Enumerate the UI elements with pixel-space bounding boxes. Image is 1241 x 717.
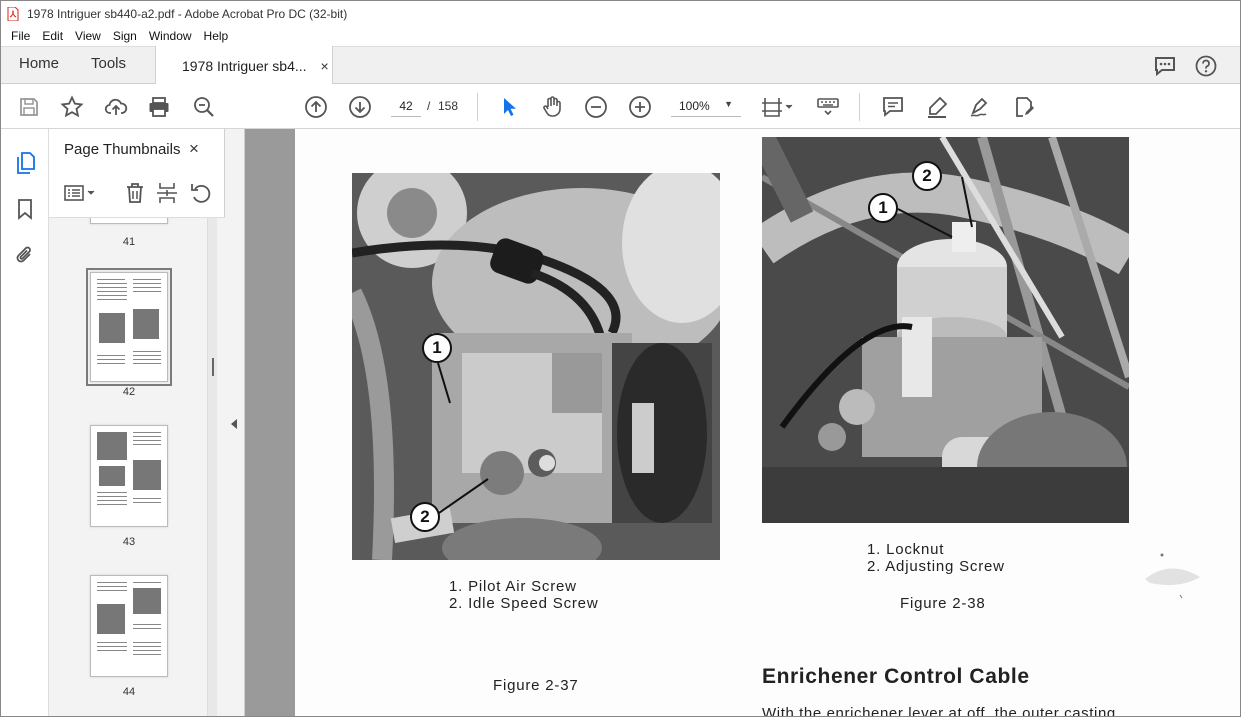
- zoom-out-icon[interactable]: [584, 95, 608, 119]
- zoom-level-value: 100%: [679, 99, 710, 113]
- chevron-down-icon: ▼: [724, 99, 733, 109]
- section-heading: Enrichener Control Cable: [762, 665, 1030, 688]
- figure-37-callout-2: 2: [410, 502, 440, 532]
- menu-edit[interactable]: Edit: [36, 26, 69, 46]
- pdf-file-icon: [7, 6, 19, 21]
- collapse-panel-arrow-icon[interactable]: [231, 419, 237, 429]
- tab-document-label: 1978 Intriguer sb4...: [182, 57, 307, 74]
- pdf-page: 1 2 2 1 1. Pilot Air Screw 2. Idle Speed…: [295, 129, 1240, 717]
- thumbnail-page-44[interactable]: [90, 575, 168, 677]
- bookmarks-icon[interactable]: [13, 197, 37, 221]
- save-icon[interactable]: [17, 95, 41, 119]
- page-smudge-mark: [1145, 553, 1200, 599]
- next-page-icon[interactable]: [348, 95, 372, 119]
- thumbnail-label: 42: [122, 386, 136, 398]
- figure-38-callout-2: 2: [912, 161, 942, 191]
- rotate-icon[interactable]: [189, 181, 213, 205]
- figure-38-callout-1: 1: [868, 193, 898, 223]
- select-cursor-icon[interactable]: [497, 95, 521, 119]
- zoom-search-icon[interactable]: [192, 95, 216, 119]
- thumbnail-label: 41: [122, 236, 136, 248]
- highlight-pen-icon[interactable]: [925, 95, 949, 119]
- previous-page-icon[interactable]: [304, 95, 328, 119]
- figure-38-caption-2: 2. Adjusting Screw: [867, 558, 1005, 575]
- scrollbar-thumb[interactable]: [212, 358, 214, 376]
- thumbnail-label: 43: [122, 536, 136, 548]
- menu-sign[interactable]: Sign: [107, 26, 143, 46]
- panel-title: Page Thumbnails: [64, 141, 181, 158]
- bookmark-star-icon[interactable]: [60, 95, 84, 119]
- sign-pen-icon[interactable]: [969, 95, 993, 119]
- thumbnail-scrollbar[interactable]: [207, 218, 217, 716]
- print-icon[interactable]: [147, 95, 171, 119]
- insert-page-icon[interactable]: [155, 181, 179, 205]
- figure-37-caption-2: 2. Idle Speed Screw: [449, 595, 599, 612]
- figure-37-title: Figure 2-37: [493, 677, 579, 694]
- tab-close-icon[interactable]: ×: [321, 58, 329, 74]
- thumbnail-page-41[interactable]: [90, 218, 168, 224]
- menu-view[interactable]: View: [69, 26, 107, 46]
- thumbnails-panel: Page Thumbnails × 41 42 43 44: [49, 129, 225, 716]
- thumbnail-label: 44: [122, 686, 136, 698]
- title-bar: 1978 Intriguer sb440-a2.pdf - Adobe Acro…: [1, 1, 1240, 26]
- figure-37-caption-1: 1. Pilot Air Screw: [449, 578, 577, 595]
- document-viewer[interactable]: 1 2 2 1 1. Pilot Air Screw 2. Idle Speed…: [245, 129, 1240, 717]
- tab-document[interactable]: 1978 Intriguer sb4... ×: [155, 46, 333, 85]
- upload-cloud-icon[interactable]: [104, 95, 128, 119]
- left-navigation-rail: [1, 129, 49, 716]
- zoom-in-icon[interactable]: [628, 95, 652, 119]
- keyboard-icon[interactable]: [816, 95, 840, 119]
- panel-splitter[interactable]: [225, 129, 245, 716]
- page-total: 158: [438, 99, 459, 113]
- toolbar-divider: [477, 93, 478, 121]
- figure-2-37-photo: 1 2: [352, 173, 720, 560]
- thumbnail-page-43[interactable]: [90, 425, 168, 527]
- comment-icon[interactable]: [881, 95, 905, 119]
- tab-bar: Home Tools 1978 Intriguer sb4... ×: [1, 46, 1240, 85]
- delete-trash-icon[interactable]: [123, 181, 147, 205]
- thumbnail-options-icon[interactable]: [63, 181, 99, 205]
- figure-38-caption-1: 1. Locknut: [867, 541, 945, 558]
- menu-bar: File Edit View Sign Window Help: [1, 26, 1240, 46]
- figure-38-title: Figure 2-38: [900, 595, 986, 612]
- tab-tools[interactable]: Tools: [91, 55, 126, 72]
- menu-file[interactable]: File: [5, 26, 36, 46]
- fill-sign-icon[interactable]: [1012, 95, 1036, 119]
- tab-home[interactable]: Home: [19, 55, 59, 72]
- attachments-paperclip-icon[interactable]: [13, 243, 37, 267]
- thumbnail-list[interactable]: 41 42 43 44: [49, 217, 225, 716]
- page-separator: /: [427, 99, 431, 113]
- thumbnail-page-42[interactable]: [86, 268, 172, 386]
- main-toolbar: / 158 100% ▼: [1, 84, 1240, 129]
- body-paragraph: With the enrichener lever at off, the ou…: [762, 705, 1116, 717]
- figure-37-callout-1: 1: [422, 333, 452, 363]
- menu-window[interactable]: Window: [143, 26, 198, 46]
- help-icon[interactable]: [1194, 54, 1218, 78]
- panel-close-icon[interactable]: ×: [189, 139, 199, 159]
- page-number-input[interactable]: [391, 95, 421, 117]
- page-thumbnails-icon[interactable]: [13, 151, 37, 175]
- figure-2-38-photo: 2 1: [762, 137, 1129, 523]
- zoom-level-dropdown[interactable]: 100% ▼: [671, 95, 741, 117]
- menu-help[interactable]: Help: [198, 26, 235, 46]
- comment-bubble-icon[interactable]: [1153, 54, 1177, 78]
- toolbar-divider: [859, 93, 860, 121]
- acrobat-window: 1978 Intriguer sb440-a2.pdf - Adobe Acro…: [0, 0, 1241, 717]
- window-title: 1978 Intriguer sb440-a2.pdf - Adobe Acro…: [27, 6, 348, 21]
- page-fit-icon[interactable]: [761, 95, 795, 119]
- hand-tool-icon[interactable]: [540, 95, 564, 119]
